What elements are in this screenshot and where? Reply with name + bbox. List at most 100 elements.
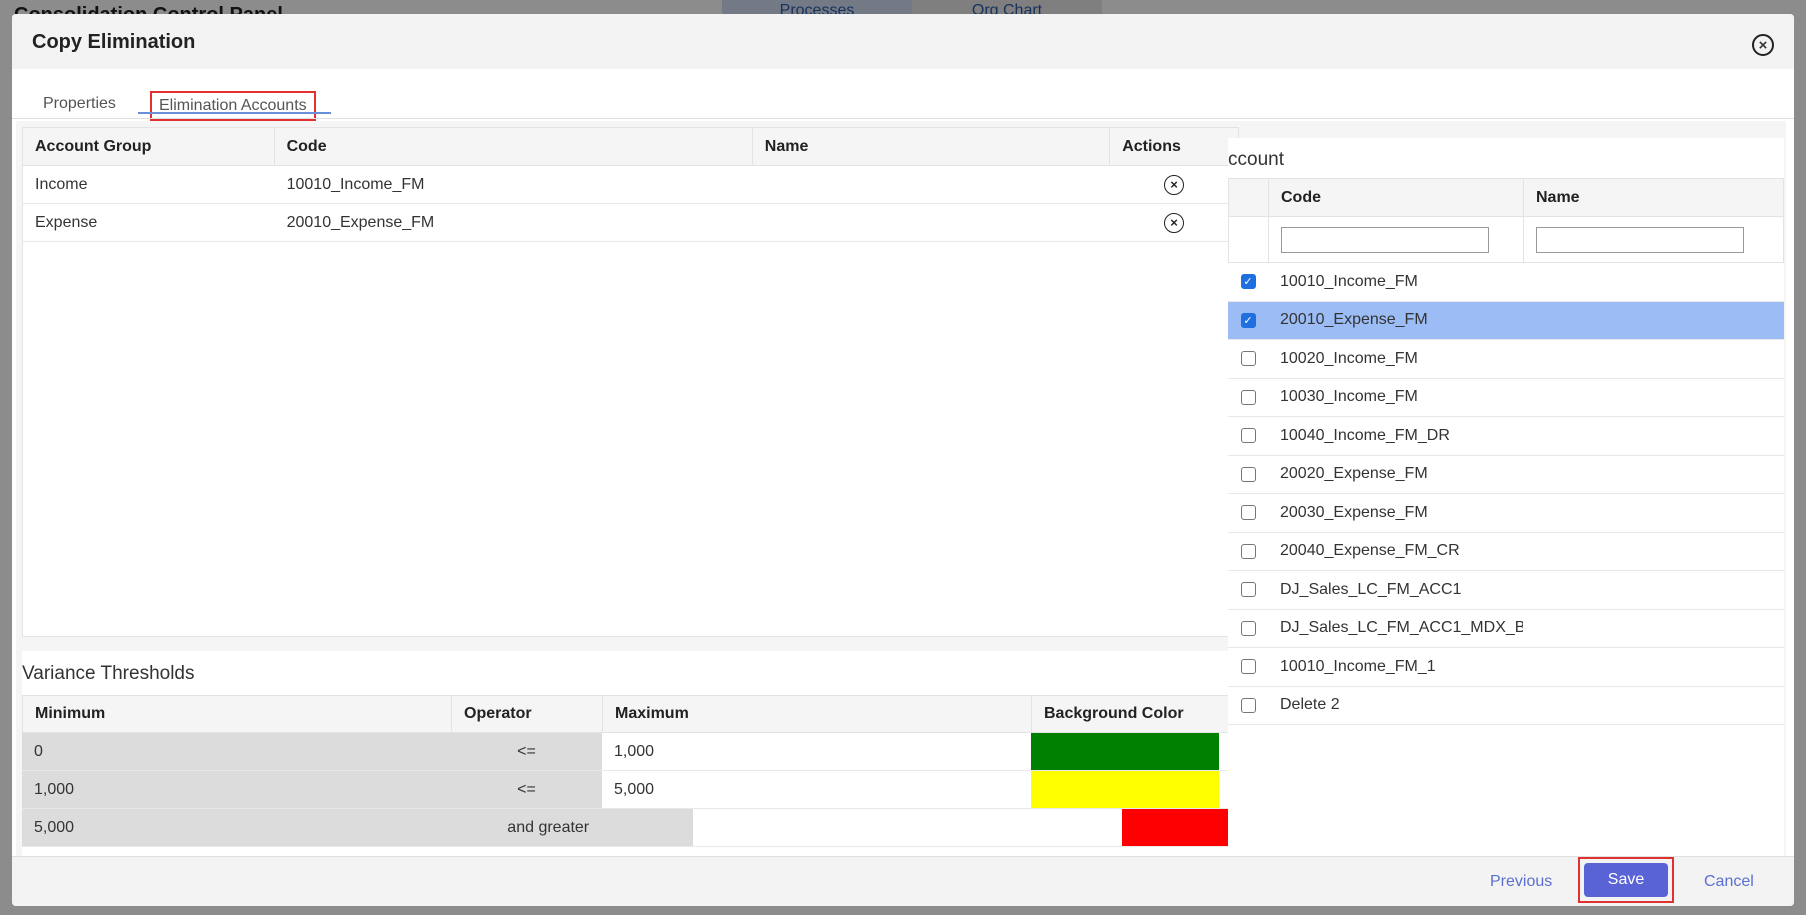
row-checkbox[interactable] xyxy=(1240,543,1256,559)
name-filter-input[interactable] xyxy=(1536,226,1744,253)
column-header-code[interactable]: Code xyxy=(275,128,753,165)
list-item[interactable]: 10030_Income_FM xyxy=(1228,379,1784,417)
cell-name xyxy=(1523,302,1782,340)
cell-code: 10030_Income_FM xyxy=(1280,388,1418,406)
name-filter-cell xyxy=(1524,217,1783,262)
dialog-footer: Previous Save Cancel xyxy=(12,856,1794,906)
row-checkbox[interactable] xyxy=(1240,659,1256,675)
color-swatch[interactable] xyxy=(1122,809,1240,846)
cell-code: DJ_Sales_LC_FM_ACC1_MDX_B... xyxy=(1280,619,1523,637)
table-row[interactable]: Expense 20010_Expense_FM × xyxy=(23,204,1238,242)
cell-name xyxy=(1523,571,1782,609)
dialog-header: Copy Elimination × xyxy=(12,14,1794,69)
cell-name xyxy=(753,204,1110,241)
table-header: Account Group Code Name Actions xyxy=(23,128,1238,166)
tab-properties[interactable]: Properties xyxy=(43,95,116,113)
row-checkbox[interactable]: ✓ xyxy=(1240,312,1256,328)
checkbox-cell: ✓ xyxy=(1228,263,1268,301)
cell-minimum: 5,000 xyxy=(22,809,294,846)
list-item[interactable]: 10040_Income_FM_DR xyxy=(1228,417,1784,456)
account-picker-panel: ccount Code Name ✓10010_Income_FM✓200 xyxy=(1228,138,1784,868)
threshold-row: 1,000 <= 5,000 xyxy=(22,771,1239,809)
row-checkbox[interactable] xyxy=(1240,389,1256,405)
list-item[interactable]: 20030_Expense_FM xyxy=(1228,494,1784,533)
table-header: Minimum Operator Maximum Background Colo… xyxy=(22,695,1239,733)
code-filter-cell xyxy=(1269,217,1524,262)
column-header-maximum: Maximum xyxy=(603,696,1032,732)
cell-actions: × xyxy=(1110,204,1238,241)
list-item[interactable]: 20040_Expense_FM_CR xyxy=(1228,533,1784,571)
color-swatch[interactable] xyxy=(1031,733,1219,770)
column-header-name[interactable]: Name xyxy=(1524,179,1783,216)
cell-operator: and greater xyxy=(293,809,694,846)
cell-maximum[interactable]: 1,000 xyxy=(602,733,1031,770)
dialog-title: Copy Elimination xyxy=(32,31,196,53)
checkbox-cell xyxy=(1228,340,1268,378)
list-item[interactable]: Delete 2 xyxy=(1228,687,1784,725)
cell-code: 10020_Income_FM xyxy=(1280,349,1418,367)
tab-elimination-accounts[interactable]: Elimination Accounts xyxy=(150,91,316,121)
column-header-actions: Actions xyxy=(1122,137,1181,155)
checkbox-cell xyxy=(1228,456,1268,494)
save-button[interactable]: Save xyxy=(1584,863,1668,897)
table-header: Code Name xyxy=(1228,178,1784,217)
cell-code: 20010_Expense_FM xyxy=(1280,311,1428,329)
list-item[interactable]: ✓ 20010_Expense_FM xyxy=(1228,301,1784,340)
variance-thresholds-table: Minimum Operator Maximum Background Colo… xyxy=(22,695,1240,847)
row-checkbox[interactable]: ✓ xyxy=(1240,274,1256,290)
column-header-code[interactable]: Code xyxy=(1269,179,1524,216)
list-item[interactable]: ✓ 10010_Income_FM xyxy=(1228,263,1784,302)
row-checkbox[interactable] xyxy=(1240,505,1256,521)
code-filter-input[interactable] xyxy=(1281,226,1489,253)
table-row[interactable]: Income 10010_Income_FM × xyxy=(23,166,1238,204)
checkbox-cell xyxy=(1228,417,1268,455)
cell-name xyxy=(1523,340,1782,378)
threshold-row: 0 <= 1,000 xyxy=(22,733,1239,771)
row-checkbox[interactable] xyxy=(1240,351,1256,367)
cell-code: DJ_Sales_LC_FM_ACC1 xyxy=(1280,580,1462,598)
row-checkbox[interactable] xyxy=(1240,428,1256,444)
list-item[interactable]: DJ_Sales_LC_FM_ACC1_MDX_B... xyxy=(1228,610,1784,648)
cell-name xyxy=(1523,687,1782,725)
cell-name xyxy=(1523,417,1782,455)
column-header-background-color: Background Color xyxy=(1044,705,1184,722)
cell-code: 10010_Income_FM xyxy=(286,175,425,193)
account-picker-title: ccount xyxy=(1228,149,1284,170)
column-header-minimum: Minimum xyxy=(23,696,452,732)
list-item[interactable]: 20020_Expense_FM xyxy=(1228,456,1784,494)
cell-account-group: Expense xyxy=(35,213,98,231)
row-checkbox[interactable] xyxy=(1240,620,1256,636)
remove-icon[interactable]: × xyxy=(1164,174,1185,195)
cell-name xyxy=(1523,610,1782,648)
cell-code: 10040_Income_FM_DR xyxy=(1280,426,1450,444)
color-swatch[interactable] xyxy=(1031,771,1219,808)
account-picker-table: Code Name ✓ 10010_Income_FM ✓ 20010_Expense… xyxy=(1228,178,1784,725)
remove-icon[interactable]: × xyxy=(1164,212,1185,233)
row-checkbox[interactable] xyxy=(1240,582,1256,598)
cell-code: 10010_Income_FM xyxy=(1280,272,1418,290)
checkbox-cell xyxy=(1228,648,1268,686)
cell-name xyxy=(1523,379,1782,417)
list-item[interactable]: 10020_Income_FM xyxy=(1228,340,1784,379)
cell-code: 20040_Expense_FM_CR xyxy=(1280,542,1460,560)
cell-name xyxy=(1523,263,1782,301)
column-header-operator: Operator xyxy=(452,696,603,732)
list-item[interactable]: 10010_Income_FM_1 xyxy=(1228,648,1784,687)
tabs-divider xyxy=(12,118,1794,119)
checkbox-cell xyxy=(1228,610,1268,648)
column-header-account-group[interactable]: Account Group xyxy=(23,128,275,165)
close-icon[interactable]: × xyxy=(1752,34,1774,56)
filter-spacer xyxy=(1229,217,1269,262)
cancel-button[interactable]: Cancel xyxy=(1704,873,1754,891)
cell-maximum[interactable]: 5,000 xyxy=(602,771,1031,808)
previous-button[interactable]: Previous xyxy=(1490,873,1552,891)
cell-code: 20020_Expense_FM xyxy=(1280,465,1428,483)
cell-name xyxy=(753,166,1110,203)
account-list: ✓ 10010_Income_FM ✓ 20010_Expense_FM 10020_I… xyxy=(1228,263,1784,725)
cell-code: 20010_Expense_FM xyxy=(286,213,435,231)
column-header-name[interactable]: Name xyxy=(753,128,1111,165)
cell-actions: × xyxy=(1110,166,1238,203)
list-item[interactable]: DJ_Sales_LC_FM_ACC1 xyxy=(1228,571,1784,610)
row-checkbox[interactable] xyxy=(1240,697,1256,713)
row-checkbox[interactable] xyxy=(1240,466,1256,482)
